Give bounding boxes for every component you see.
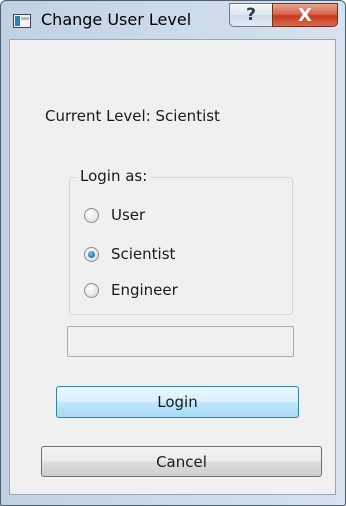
radio-button-engineer[interactable] [84, 282, 99, 298]
radio-label-user: User [111, 206, 146, 224]
radio-option-scientist[interactable]: Scientist [84, 243, 175, 265]
window-title: Change User Level [41, 10, 192, 29]
radio-label-scientist: Scientist [111, 245, 176, 263]
help-button[interactable]: ? [229, 3, 273, 27]
radio-option-engineer[interactable]: Engineer [84, 279, 178, 301]
login-button[interactable]: Login [56, 386, 299, 418]
radio-button-scientist[interactable] [84, 246, 99, 262]
password-input[interactable] [67, 326, 294, 357]
radio-option-user[interactable]: User [84, 204, 145, 226]
login-as-label: Login as: [76, 167, 152, 185]
close-button[interactable]: X [272, 3, 338, 27]
radio-label-engineer: Engineer [111, 281, 178, 299]
title-bar[interactable]: Change User Level ? X [1, 1, 345, 39]
app-window-icon [13, 14, 31, 28]
cancel-button[interactable]: Cancel [41, 446, 322, 477]
current-level-label: Current Level: Scientist [45, 107, 220, 125]
radio-button-user[interactable] [84, 207, 99, 223]
